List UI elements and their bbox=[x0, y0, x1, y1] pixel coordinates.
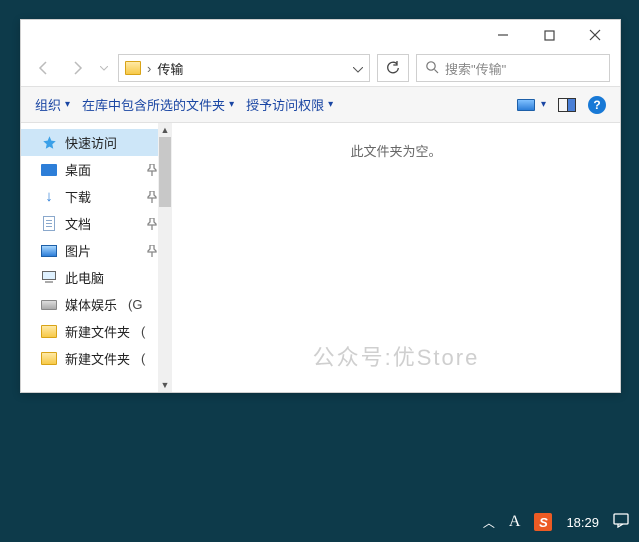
history-dropdown[interactable] bbox=[97, 66, 111, 71]
include-in-library-menu[interactable]: 在库中包含所选的文件夹▾ bbox=[76, 91, 240, 118]
maximize-button[interactable] bbox=[526, 21, 572, 49]
address-field[interactable]: › 传输 bbox=[118, 54, 370, 82]
explorer-body: 快速访问 桌面 ↓ 下载 文档 图片 bbox=[21, 123, 620, 392]
sidebar-item-downloads[interactable]: ↓ 下载 bbox=[21, 183, 171, 210]
address-dropdown-icon[interactable] bbox=[353, 61, 363, 76]
help-icon: ? bbox=[588, 96, 606, 114]
pin-icon bbox=[145, 244, 159, 258]
titlebar bbox=[21, 20, 620, 50]
desktop-icon bbox=[41, 162, 57, 178]
folder-icon bbox=[41, 324, 57, 340]
star-icon bbox=[41, 135, 57, 151]
search-placeholder: 搜索"传输" bbox=[445, 59, 506, 78]
forward-button[interactable] bbox=[64, 55, 90, 81]
content-pane[interactable]: 此文件夹为空。 公众号:优Store bbox=[172, 123, 620, 392]
nav-pane: 快速访问 桌面 ↓ 下载 文档 图片 bbox=[21, 123, 171, 392]
clock[interactable]: 18:29 bbox=[566, 515, 599, 530]
scroll-track[interactable] bbox=[158, 137, 172, 378]
scroll-down-icon[interactable]: ▼ bbox=[158, 378, 172, 392]
document-icon bbox=[41, 216, 57, 232]
folder-icon bbox=[125, 61, 141, 75]
empty-folder-message: 此文件夹为空。 bbox=[350, 144, 441, 159]
command-bar: 组织▾ 在库中包含所选的文件夹▾ 授予访问权限▾ ▾ ? bbox=[21, 86, 620, 123]
ime-icon[interactable]: S bbox=[534, 513, 552, 531]
watermark-text: 公众号:优Store bbox=[172, 340, 620, 372]
sidebar-item-quick-access[interactable]: 快速访问 bbox=[21, 129, 171, 156]
pin-icon bbox=[145, 190, 159, 204]
preview-pane-button[interactable] bbox=[552, 94, 582, 116]
preview-pane-icon bbox=[558, 98, 576, 112]
close-button[interactable] bbox=[572, 21, 618, 49]
folder-icon bbox=[41, 351, 57, 367]
nav-scrollbar[interactable]: ▲ ▼ bbox=[158, 123, 172, 392]
chevron-right-icon: › bbox=[147, 61, 151, 76]
sidebar-item-new-folder-1[interactable]: 新建文件夹 ( bbox=[21, 318, 171, 345]
sidebar-item-drive-media[interactable]: 媒体娱乐 (G bbox=[21, 291, 171, 318]
input-indicator[interactable]: A bbox=[509, 513, 521, 531]
explorer-window: › 传输 搜索"传输" 组织▾ 在库中包含所选的文件夹▾ 授予访问权限▾ ▾ ?… bbox=[20, 19, 621, 393]
sidebar-item-new-folder-2[interactable]: 新建文件夹 ( bbox=[21, 345, 171, 372]
sidebar-item-documents[interactable]: 文档 bbox=[21, 210, 171, 237]
drive-icon bbox=[41, 297, 57, 313]
refresh-button[interactable] bbox=[377, 54, 409, 82]
minimize-button[interactable] bbox=[480, 21, 526, 49]
sidebar-item-this-pc[interactable]: 此电脑 bbox=[21, 264, 171, 291]
view-menu[interactable]: ▾ bbox=[511, 95, 552, 115]
grant-access-menu[interactable]: 授予访问权限▾ bbox=[240, 91, 339, 118]
pin-icon bbox=[145, 217, 159, 231]
organize-menu[interactable]: 组织▾ bbox=[29, 91, 76, 118]
download-icon: ↓ bbox=[41, 189, 57, 205]
system-tray: ︿ A S 18:29 bbox=[483, 508, 629, 536]
help-button[interactable]: ? bbox=[582, 92, 612, 118]
search-icon bbox=[425, 60, 439, 77]
sidebar-item-desktop[interactable]: 桌面 bbox=[21, 156, 171, 183]
action-center-icon[interactable] bbox=[613, 513, 629, 531]
search-field[interactable]: 搜索"传输" bbox=[416, 54, 610, 82]
view-icon bbox=[517, 99, 535, 111]
sidebar-item-pictures[interactable]: 图片 bbox=[21, 237, 171, 264]
scroll-thumb[interactable] bbox=[159, 137, 171, 207]
computer-icon bbox=[41, 270, 57, 286]
path-segment[interactable]: 传输 bbox=[157, 59, 183, 78]
picture-icon bbox=[41, 243, 57, 259]
scroll-up-icon[interactable]: ▲ bbox=[158, 123, 172, 137]
tray-chevron-icon[interactable]: ︿ bbox=[483, 514, 495, 531]
back-button[interactable] bbox=[31, 55, 57, 81]
address-bar: › 传输 搜索"传输" bbox=[21, 50, 620, 86]
pin-icon bbox=[145, 163, 159, 177]
